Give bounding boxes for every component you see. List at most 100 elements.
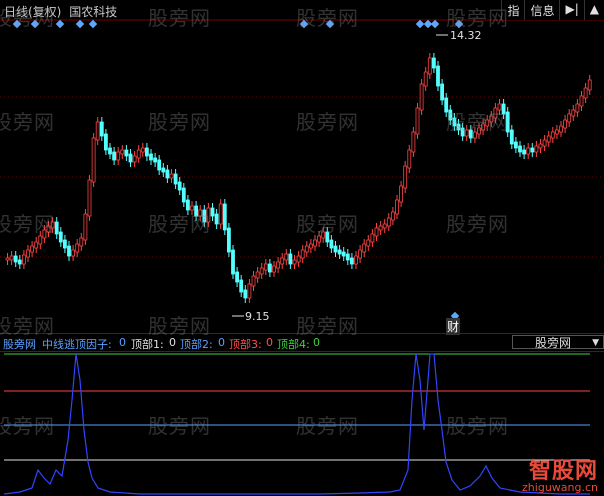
candle-body [239,279,244,293]
candle-body [112,151,116,161]
candle-body [534,145,539,153]
candle-body [226,227,231,253]
candle-body [87,179,92,217]
candle-body [99,121,104,137]
candle-body [169,173,174,179]
candle-body [514,141,518,149]
candle-body [177,181,182,191]
candle-body [579,95,584,107]
candle-body [559,125,563,133]
watermark: 股旁网 [296,414,359,438]
candle-body [67,245,71,257]
info-button[interactable]: 信息 [524,0,560,20]
candle-body [222,203,227,231]
indicator-selector-value: 股旁网 [535,336,572,350]
candle-body [555,129,559,135]
signal-diamond [430,19,440,29]
candle-body [526,147,531,155]
candle-body [120,149,125,155]
candle-body [280,257,285,265]
candle-body [136,149,141,159]
candle-body [128,153,133,163]
candle-body [292,259,297,265]
low-price-label: 9.15 [245,310,270,323]
candle-body [358,249,363,259]
candle-body [550,131,555,139]
site-logo: 智股网 zhiguwang.cn [522,453,598,494]
candle-body [349,257,354,265]
watermark: 股旁网 [296,212,359,236]
candle-body [34,241,39,249]
candle-body [288,253,293,265]
indicator-levels [4,353,590,461]
candle-body [235,271,240,283]
candle-body [308,243,313,249]
candle-body [567,113,572,123]
candle-body [140,147,145,153]
candle-body [300,249,305,259]
candle-body [419,83,424,111]
candle-body [530,147,535,153]
candle-body [95,121,100,141]
candle-body [575,103,580,113]
logo-url: zhiguwang.cn [522,481,598,494]
candle-body [337,249,342,255]
stock-name: 国农科技 [69,5,118,19]
candle-body [71,249,75,257]
candle-body [165,169,170,179]
candle-body [284,253,289,261]
candle-body [116,151,121,161]
signal-diamond [55,19,65,29]
candle-body [587,79,592,91]
candle-body [13,255,18,263]
watermark: 股旁网 [446,414,509,438]
candle-body [362,243,367,253]
candle-body [54,221,59,235]
candle-body [218,203,223,225]
candle-body [374,227,379,237]
candle-body [247,283,252,299]
candle-body [132,155,137,163]
candle-body [161,167,166,173]
candle-body [17,259,22,265]
candle-body [415,107,420,135]
candle-body [436,65,440,87]
top-toolbar: 指 信息 ▶| ▲ [501,0,604,20]
top2-value: 0 [218,336,225,349]
watermark: 股旁网 [148,110,211,134]
candle-body [5,257,10,261]
candle-body [546,135,551,143]
candle-body [423,71,428,87]
watermark: 股旁网 [296,314,359,338]
candle-body [153,157,158,163]
candle-body [390,211,395,221]
skip-arrow-icon[interactable]: ▶| [559,0,584,20]
watermark: 股旁网 [446,212,509,236]
candle-body [276,261,281,269]
candle-body [104,133,108,151]
candle-body [403,165,408,189]
candle-body [304,245,309,253]
candle-body [382,223,387,229]
watermark: 股旁网 [148,212,211,236]
candle-body [333,245,338,253]
candle-body [378,225,383,231]
candle-body [407,149,412,169]
candle-body [149,153,153,161]
indicator-selector[interactable]: 股旁网 ▼ [512,335,604,350]
candle-body [509,129,514,145]
signal-diamond [75,19,85,29]
candle-body [63,239,67,249]
candle-body [538,143,543,149]
watermark: 股旁网 [0,110,55,134]
top3-label: 顶部3: [229,338,262,351]
candle-body [345,253,350,261]
indicator-name-value: 0 [119,336,126,349]
watermark: 股旁网 [0,6,55,30]
up-triangle-icon[interactable]: ▲ [583,0,604,20]
candle-body [267,263,272,273]
candle-body [427,57,432,75]
candle-body [108,147,112,155]
candle-body [255,271,260,279]
candle-body [411,131,416,153]
